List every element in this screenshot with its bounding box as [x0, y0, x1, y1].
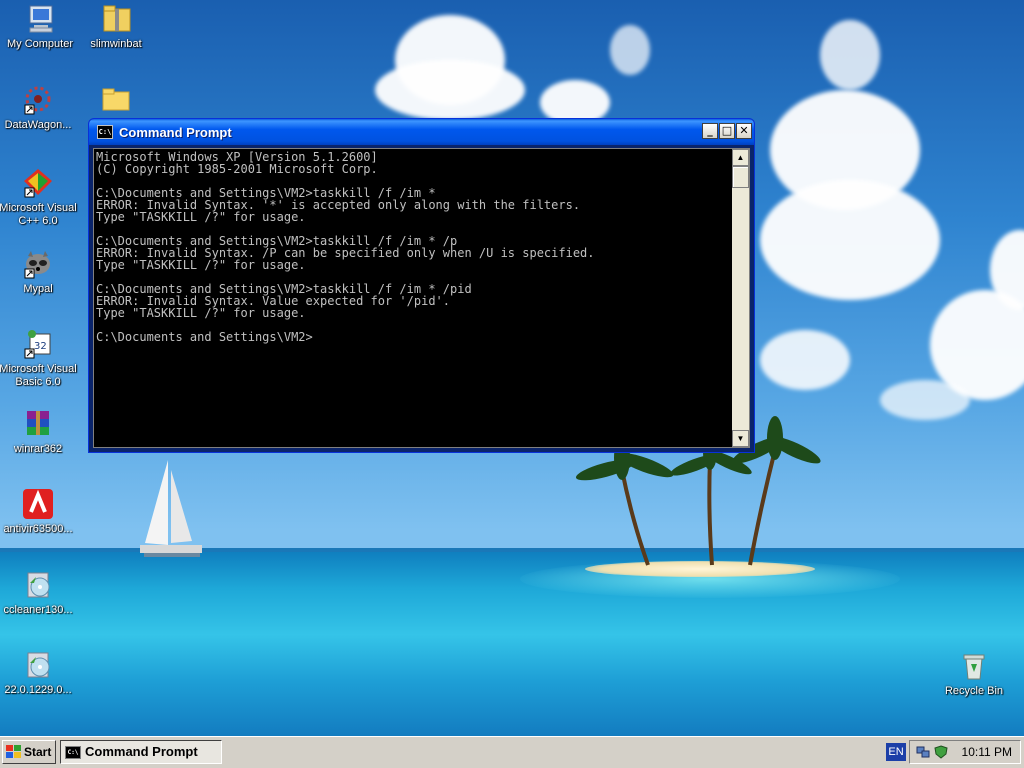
installer-cd-icon — [22, 569, 54, 601]
installer-cd-icon — [22, 649, 54, 681]
desktop-icon-visual-basic[interactable]: 32 Microsoft Visual Basic 6.0 — [0, 328, 78, 389]
desktop-icon-folder[interactable] — [76, 84, 156, 119]
desktop-icon-installer[interactable]: 22.0.1229.0... — [0, 649, 78, 697]
maximize-button[interactable]: □ — [719, 123, 735, 139]
clock[interactable]: 10:11 PM — [962, 745, 1012, 759]
taskbar-button-command-prompt[interactable]: C:\ Command Prompt — [60, 740, 222, 764]
desktop-icon-label: ccleaner130... — [3, 604, 73, 616]
security-shield-icon[interactable] — [934, 745, 948, 759]
window-titlebar[interactable]: C:\ Command Prompt _ □ ✕ — [89, 119, 754, 145]
antivir-umbrella-icon — [22, 488, 54, 520]
wallpaper-cloud — [880, 380, 970, 420]
window-title: Command Prompt — [119, 125, 232, 140]
desktop-icon-slimwinbat[interactable]: slimwinbat — [76, 3, 156, 51]
scroll-down-button[interactable]: ▼ — [732, 430, 749, 447]
scroll-thumb[interactable] — [732, 166, 749, 188]
scroll-up-button[interactable]: ▲ — [732, 149, 749, 166]
command-prompt-window[interactable]: C:\ Command Prompt _ □ ✕ Microsoft Windo… — [88, 118, 755, 453]
my-computer-icon — [24, 3, 56, 35]
cmd-icon[interactable]: C:\ — [97, 125, 113, 139]
minimize-button[interactable]: _ — [702, 123, 718, 139]
visual-basic-icon: 32 — [22, 328, 54, 360]
desktop-icon-ccleaner[interactable]: ccleaner130... — [0, 569, 78, 617]
desktop-icon-my-computer[interactable]: My Computer — [0, 3, 80, 51]
recycle-bin-icon — [958, 650, 990, 682]
desktop-icon-label: DataWagon... — [4, 119, 72, 131]
wallpaper-cloud — [760, 330, 850, 390]
wallpaper-cloud — [820, 20, 880, 90]
desktop-icon-label: antivir63500... — [3, 523, 73, 535]
start-label: Start — [24, 745, 52, 759]
system-tray: 10:11 PM — [909, 740, 1021, 764]
desktop-icon-label: 22.0.1229.0... — [4, 684, 72, 696]
desktop-icon-label: Microsoft Visual Basic 6.0 — [0, 363, 77, 388]
folder-icon — [100, 84, 132, 116]
start-button[interactable]: Start — [2, 740, 56, 764]
desktop-icon-label: slimwinbat — [90, 38, 142, 50]
desktop-icon-datawagon[interactable]: DataWagon... — [0, 84, 78, 132]
console-area[interactable]: Microsoft Windows XP [Version 5.1.2600] … — [93, 148, 750, 448]
desktop-icon-recycle-bin[interactable]: Recycle Bin — [934, 650, 1014, 698]
cmd-icon: C:\ — [65, 746, 81, 759]
mypal-raccoon-icon — [22, 248, 54, 280]
taskbar: Start C:\ Command Prompt EN 10:11 PM — [0, 736, 1024, 768]
winrar-books-icon — [22, 408, 54, 440]
desktop-icon-label: winrar362 — [13, 443, 63, 455]
language-indicator[interactable]: EN — [886, 743, 906, 761]
sailboat — [140, 460, 202, 557]
desktop-icon-label: Mypal — [23, 283, 53, 295]
desktop: My Computer slimwinbat DataWagon... Micr… — [0, 0, 1024, 736]
windows-flag-icon — [6, 745, 21, 758]
wallpaper-cloud — [610, 25, 650, 75]
desktop-icon-label: My Computer — [6, 38, 74, 50]
desktop-icon-antivir[interactable]: antivir63500... — [0, 488, 78, 536]
wallpaper-cloud — [375, 60, 525, 120]
network-icon[interactable] — [916, 745, 930, 759]
console-output[interactable]: Microsoft Windows XP [Version 5.1.2600] … — [96, 151, 729, 445]
visual-cpp-icon — [22, 167, 54, 199]
taskbar-button-label: Command Prompt — [85, 744, 198, 759]
wallpaper-cloud — [760, 180, 940, 300]
svg-text:32: 32 — [34, 341, 47, 352]
datawagon-icon — [22, 84, 54, 116]
desktop-icon-visual-cpp[interactable]: Microsoft Visual C++ 6.0 — [0, 167, 78, 228]
desktop-icon-label: Microsoft Visual C++ 6.0 — [0, 202, 77, 227]
close-button[interactable]: ✕ — [736, 123, 752, 139]
zip-folder-icon — [100, 3, 132, 35]
desktop-icon-label: Recycle Bin — [944, 685, 1004, 697]
vertical-scrollbar[interactable]: ▲ ▼ — [732, 149, 749, 447]
desktop-icon-winrar[interactable]: winrar362 — [0, 408, 78, 456]
desktop-icon-mypal[interactable]: Mypal — [0, 248, 78, 296]
